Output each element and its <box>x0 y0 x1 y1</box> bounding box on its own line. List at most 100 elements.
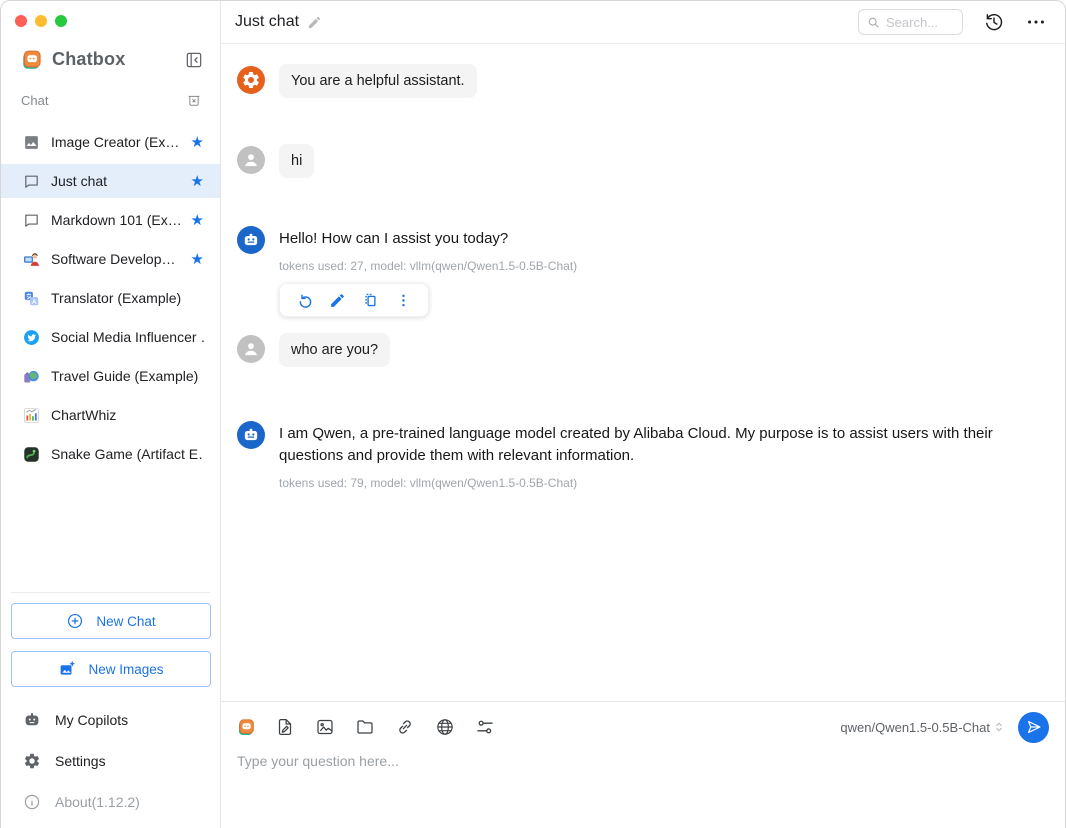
tune-settings-icon[interactable] <box>475 717 495 737</box>
gear-icon <box>23 752 41 770</box>
message-bubble: You are a helpful assistant. <box>279 64 477 98</box>
sidebar-item-translator[interactable]: Translator (Example) <box>1 281 220 315</box>
regenerate-icon[interactable] <box>288 289 321 311</box>
star-icon[interactable]: ★ <box>191 213 204 228</box>
robot-icon <box>241 230 261 250</box>
new-image-icon <box>58 660 76 678</box>
message-assistant: I am Qwen, a pre-trained language model … <box>237 419 1049 490</box>
web-browsing-icon[interactable] <box>435 717 455 737</box>
conversation-title: Just chat <box>235 13 299 31</box>
image-icon <box>23 134 40 151</box>
token-info: tokens used: 27, model: vllm(qwen/Qwen1.… <box>279 259 577 273</box>
chat-section-header: Chat <box>21 92 202 108</box>
chat-bubble-icon <box>23 173 40 190</box>
history-icon[interactable] <box>983 11 1005 33</box>
chat-bubble-icon <box>23 212 40 229</box>
message-input[interactable] <box>237 752 1049 828</box>
clear-conversations-icon[interactable] <box>186 92 202 108</box>
gear-icon <box>241 70 261 90</box>
developer-icon <box>23 251 40 268</box>
assistant-message-body: Hello! How can I assist you today? token… <box>279 224 577 317</box>
sidebar-item-travel-guide[interactable]: Travel Guide (Example) <box>1 359 220 393</box>
sidebar: Chatbox Chat Image Creator (Ex… ★ Just c… <box>1 1 221 828</box>
collapse-sidebar-icon[interactable] <box>184 50 204 70</box>
token-info: tokens used: 79, model: vllm(qwen/Qwen1.… <box>279 476 1039 490</box>
message-toolbar <box>279 283 429 317</box>
system-avatar <box>237 66 265 94</box>
assistant-message-body: I am Qwen, a pre-trained language model … <box>279 419 1039 490</box>
sidebar-item-markdown-101[interactable]: Markdown 101 (Ex… ★ <box>1 203 220 237</box>
unfold-arrows-icon <box>992 720 1006 734</box>
send-icon <box>1025 718 1043 736</box>
translator-icon <box>23 290 40 307</box>
more-options-icon[interactable] <box>1025 11 1047 33</box>
plus-circle-icon <box>66 612 84 630</box>
attach-image-icon[interactable] <box>315 717 335 737</box>
message-system: You are a helpful assistant. <box>237 64 1049 98</box>
search-icon <box>867 16 880 29</box>
star-icon[interactable]: ★ <box>191 174 204 189</box>
model-selector[interactable]: qwen/Qwen1.5-0.5B-Chat <box>840 720 1006 735</box>
sidebar-item-social-media-influencer[interactable]: Social Media Influencer … <box>1 320 220 354</box>
app-window: Chatbox Chat Image Creator (Ex… ★ Just c… <box>0 0 1066 828</box>
assistant-avatar <box>237 421 265 449</box>
brand-row: Chatbox <box>21 49 204 70</box>
person-icon <box>241 339 261 359</box>
window-controls <box>1 1 220 27</box>
star-icon[interactable]: ★ <box>191 252 204 267</box>
info-icon <box>23 793 41 811</box>
search-input[interactable] <box>886 15 954 30</box>
chatbox-logo-icon <box>21 49 42 70</box>
new-images-button[interactable]: New Images <box>11 651 211 687</box>
user-avatar <box>237 146 265 174</box>
sidebar-divider <box>11 592 210 593</box>
star-icon[interactable]: ★ <box>191 135 204 150</box>
message-list: You are a helpful assistant. hi Hello! H… <box>221 44 1065 701</box>
minimize-window-button[interactable] <box>35 15 47 27</box>
send-button[interactable] <box>1018 712 1049 743</box>
main-panel: Just chat You are a helpful assistan <box>221 1 1065 828</box>
message-user: hi <box>237 144 1049 178</box>
chatbox-logo-icon[interactable] <box>237 718 255 736</box>
search-box[interactable] <box>858 9 963 35</box>
sidebar-item-software-developer[interactable]: Software Develop… ★ <box>1 242 220 276</box>
sidebar-item-image-creator[interactable]: Image Creator (Ex… ★ <box>1 125 220 159</box>
composer: qwen/Qwen1.5-0.5B-Chat <box>221 701 1065 828</box>
about-button[interactable]: About(1.12.2) <box>1 781 220 822</box>
message-assistant: Hello! How can I assist you today? token… <box>237 224 1049 317</box>
composer-toolbar: qwen/Qwen1.5-0.5B-Chat <box>237 710 1049 744</box>
chat-section-label: Chat <box>21 93 48 108</box>
sidebar-item-snake-game[interactable]: Snake Game (Artifact E… <box>1 437 220 471</box>
new-chat-button[interactable]: New Chat <box>11 603 211 639</box>
travel-icon <box>23 368 40 385</box>
message-bubble: who are you? <box>279 333 390 367</box>
app-title: Chatbox <box>52 49 125 70</box>
edit-icon[interactable] <box>321 289 354 311</box>
sidebar-item-just-chat[interactable]: Just chat ★ <box>1 164 220 198</box>
conversation-header: Just chat <box>221 1 1065 44</box>
more-actions-icon[interactable] <box>387 289 420 311</box>
user-avatar <box>237 335 265 363</box>
link-icon[interactable] <box>395 717 415 737</box>
twitter-icon <box>23 329 40 346</box>
snake-icon <box>23 446 40 463</box>
sidebar-item-chartwhiz[interactable]: ChartWhiz <box>1 398 220 432</box>
robot-icon <box>23 711 41 729</box>
my-copilots-button[interactable]: My Copilots <box>1 699 220 740</box>
message-user: who are you? <box>237 333 1049 367</box>
zoom-window-button[interactable] <box>55 15 67 27</box>
close-window-button[interactable] <box>15 15 27 27</box>
message-bubble: hi <box>279 144 314 178</box>
folder-icon[interactable] <box>355 717 375 737</box>
edit-title-icon[interactable] <box>307 15 322 30</box>
model-name: qwen/Qwen1.5-0.5B-Chat <box>840 720 990 735</box>
copy-icon[interactable] <box>354 289 387 311</box>
attach-file-icon[interactable] <box>275 717 295 737</box>
assistant-avatar <box>237 226 265 254</box>
message-text: I am Qwen, a pre-trained language model … <box>279 419 1039 467</box>
chart-icon <box>23 407 40 424</box>
settings-button[interactable]: Settings <box>1 740 220 781</box>
robot-icon <box>241 425 261 445</box>
person-icon <box>241 150 261 170</box>
message-text: Hello! How can I assist you today? <box>279 224 577 250</box>
